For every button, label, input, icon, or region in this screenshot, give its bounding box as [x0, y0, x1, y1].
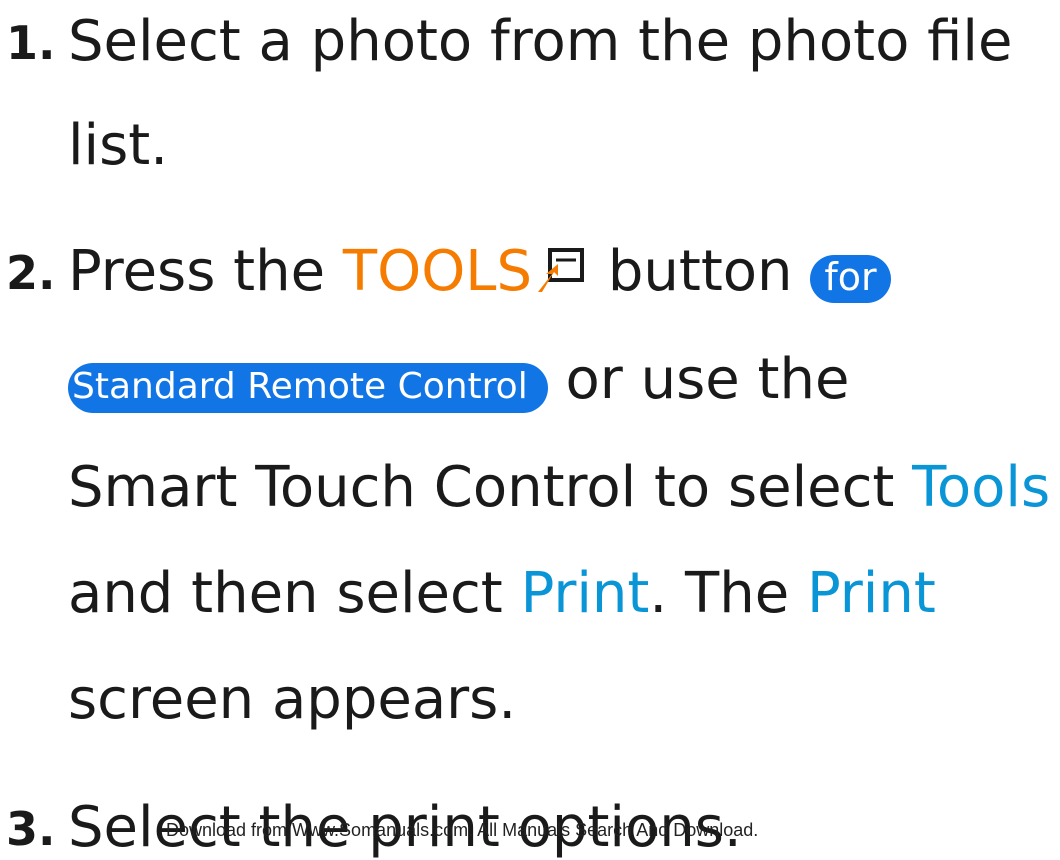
step-number-3: 3. [6, 802, 56, 856]
print-menu-label: Print [520, 561, 650, 626]
step2-line4: and then select Print. The Print [68, 566, 936, 622]
step1-line1: Select a photo from the photo file [68, 9, 1013, 74]
step-number-2: 2. [6, 246, 56, 300]
step1-line2: list. [68, 113, 169, 178]
and-then-select-text: and then select [68, 561, 503, 626]
print-screen-label: Print [806, 561, 936, 626]
or-use-the-text: or use the [565, 347, 850, 412]
standard-remote-badge: Standard Remote Control [68, 363, 548, 413]
tools-icon [536, 246, 588, 304]
step2-line1: Press the TOOLS button for [68, 244, 891, 304]
watermark-text: Download from Www.Somanuals.com. All Man… [166, 820, 759, 840]
step2-line3: Smart Touch Control to select Tools [68, 460, 1050, 516]
press-the-text: Press the [68, 239, 326, 304]
button-text: button [607, 239, 793, 304]
smart-touch-text: Smart Touch Control to select [68, 455, 895, 520]
tools-key-label: TOOLS [342, 239, 533, 304]
for-badge: for [810, 255, 891, 303]
tools-menu-label: Tools [912, 455, 1051, 520]
step2-line2: Standard Remote Control or use the [68, 352, 849, 413]
step-number-1: 1. [6, 16, 56, 70]
step2-line5: screen appears. [68, 667, 517, 732]
the-text: . The [649, 561, 790, 626]
